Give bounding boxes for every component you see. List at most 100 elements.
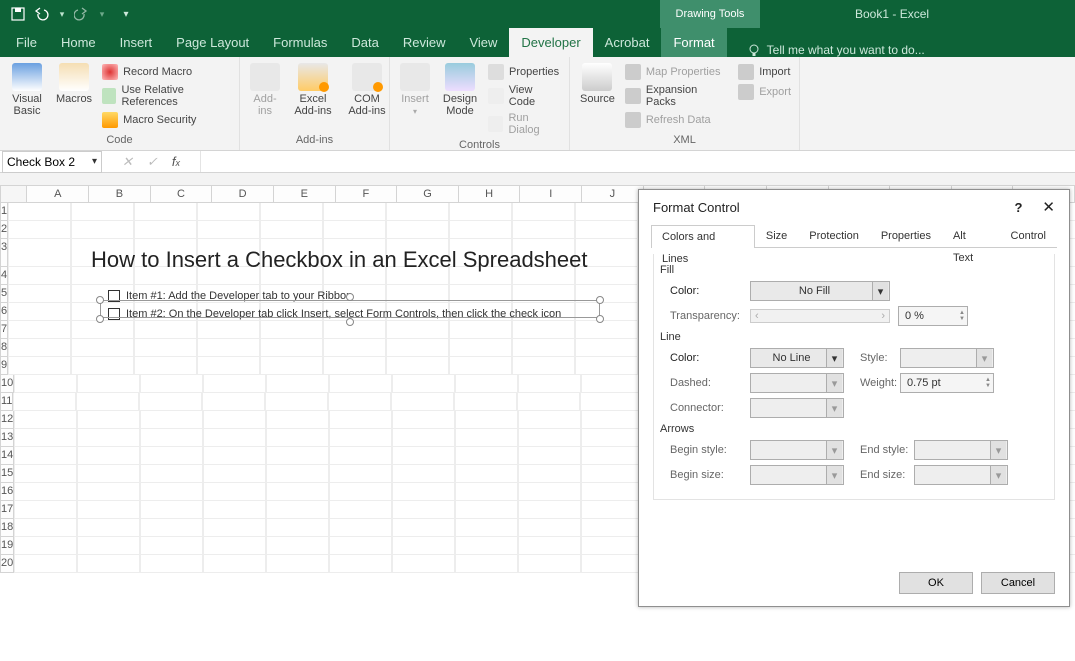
- cell[interactable]: [197, 357, 260, 375]
- cell[interactable]: [134, 221, 197, 239]
- column-header[interactable]: G: [397, 185, 459, 203]
- column-header[interactable]: E: [274, 185, 336, 203]
- cell[interactable]: [197, 221, 260, 239]
- cell[interactable]: [203, 555, 266, 573]
- redo-dropdown-icon[interactable]: ▾: [98, 6, 106, 22]
- chevron-down-icon[interactable]: ▾: [92, 156, 97, 167]
- cell[interactable]: [77, 375, 140, 393]
- cell[interactable]: [14, 447, 77, 465]
- column-header[interactable]: I: [520, 185, 582, 203]
- cell[interactable]: [455, 555, 518, 573]
- cell[interactable]: [392, 465, 455, 483]
- cell[interactable]: [266, 537, 329, 555]
- cell[interactable]: [392, 411, 455, 429]
- cell[interactable]: [14, 519, 77, 537]
- tab-page-layout[interactable]: Page Layout: [164, 28, 261, 57]
- cell[interactable]: [203, 483, 266, 501]
- cell[interactable]: [386, 339, 449, 357]
- cancel-button[interactable]: Cancel: [981, 572, 1055, 594]
- qat-customize-icon[interactable]: ▾: [118, 6, 134, 22]
- cell[interactable]: [14, 375, 77, 393]
- cell[interactable]: [386, 357, 449, 375]
- cell[interactable]: [575, 221, 638, 239]
- tab-acrobat[interactable]: Acrobat: [593, 28, 662, 57]
- cell[interactable]: [323, 221, 386, 239]
- cell[interactable]: [203, 537, 266, 555]
- resize-handle[interactable]: [96, 315, 104, 323]
- cell[interactable]: [77, 465, 140, 483]
- cell[interactable]: [392, 555, 455, 573]
- cell[interactable]: [134, 357, 197, 375]
- cell[interactable]: [140, 555, 203, 573]
- cell[interactable]: [14, 501, 77, 519]
- cell[interactable]: [575, 321, 638, 339]
- cell[interactable]: [454, 393, 517, 411]
- cell[interactable]: [140, 375, 203, 393]
- tell-me[interactable]: Tell me what you want to do...: [747, 43, 925, 57]
- cell[interactable]: [8, 239, 71, 267]
- cell[interactable]: [197, 339, 260, 357]
- resize-handle[interactable]: [96, 296, 104, 304]
- cell[interactable]: [323, 357, 386, 375]
- cell[interactable]: [8, 303, 71, 321]
- map-props-button[interactable]: Map Properties: [623, 63, 732, 81]
- cell[interactable]: [260, 357, 323, 375]
- close-icon[interactable]: ✕: [1042, 198, 1055, 216]
- cell[interactable]: [14, 555, 77, 573]
- row-header[interactable]: 17: [0, 501, 14, 519]
- tab-format[interactable]: Format: [661, 28, 726, 57]
- enter-formula-icon[interactable]: ✓: [147, 154, 158, 170]
- cell[interactable]: [575, 203, 638, 221]
- row-header[interactable]: 5: [0, 285, 8, 303]
- cell[interactable]: [13, 393, 76, 411]
- cell[interactable]: [260, 321, 323, 339]
- import-button[interactable]: Import: [736, 63, 793, 81]
- cell[interactable]: [323, 339, 386, 357]
- cell[interactable]: [266, 501, 329, 519]
- column-header[interactable]: F: [336, 185, 398, 203]
- visual-basic-button[interactable]: Visual Basic: [6, 61, 48, 119]
- cancel-formula-icon[interactable]: ✕: [122, 154, 133, 170]
- cell[interactable]: [8, 321, 71, 339]
- cell[interactable]: [323, 321, 386, 339]
- cell[interactable]: [581, 375, 644, 393]
- cell[interactable]: [323, 203, 386, 221]
- export-button[interactable]: Export: [736, 83, 793, 101]
- cell[interactable]: [197, 203, 260, 221]
- cell[interactable]: [140, 465, 203, 483]
- cell[interactable]: [455, 465, 518, 483]
- cell[interactable]: [266, 519, 329, 537]
- cell[interactable]: [518, 501, 581, 519]
- dlg-tab-properties[interactable]: Properties: [870, 224, 942, 247]
- cell[interactable]: [329, 519, 392, 537]
- cell[interactable]: [455, 519, 518, 537]
- cell[interactable]: [329, 465, 392, 483]
- cell[interactable]: [8, 203, 71, 221]
- cell[interactable]: [581, 555, 644, 573]
- cell[interactable]: [329, 411, 392, 429]
- cell[interactable]: [8, 339, 71, 357]
- dlg-tab-colors[interactable]: Colors and Lines: [651, 225, 755, 248]
- cell[interactable]: [71, 339, 134, 357]
- cell[interactable]: [329, 501, 392, 519]
- cell[interactable]: [518, 465, 581, 483]
- cell[interactable]: [329, 537, 392, 555]
- row-header[interactable]: 14: [0, 447, 14, 465]
- cell[interactable]: [449, 357, 512, 375]
- cell[interactable]: [329, 447, 392, 465]
- cell[interactable]: [77, 537, 140, 555]
- cell[interactable]: [260, 221, 323, 239]
- cell[interactable]: [386, 321, 449, 339]
- ok-button[interactable]: OK: [899, 572, 973, 594]
- cell[interactable]: [203, 429, 266, 447]
- column-header[interactable]: C: [151, 185, 213, 203]
- cell[interactable]: [203, 411, 266, 429]
- cell[interactable]: [455, 501, 518, 519]
- formula-input[interactable]: [200, 151, 1075, 172]
- cell[interactable]: [202, 393, 265, 411]
- cell[interactable]: [266, 447, 329, 465]
- cell[interactable]: [392, 501, 455, 519]
- cell[interactable]: [266, 483, 329, 501]
- cell[interactable]: [139, 393, 202, 411]
- cell[interactable]: [266, 375, 329, 393]
